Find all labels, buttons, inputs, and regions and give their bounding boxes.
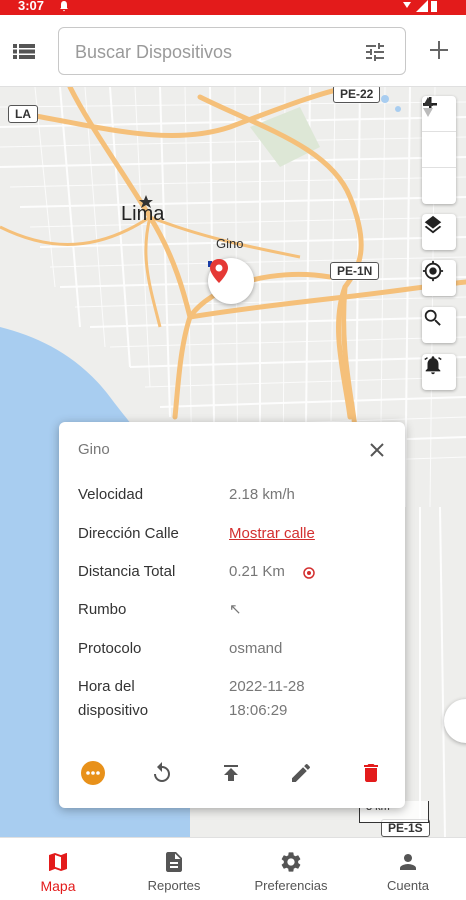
gear-icon [281,852,301,872]
zoom-controls [422,96,456,204]
nav-label-reports: Reportes [147,878,201,893]
search-box [58,27,406,75]
magnifier-icon [424,309,441,326]
zoom-out-button[interactable] [422,103,456,168]
device-marker[interactable] [208,258,254,304]
protocol-value: osmand [229,640,283,657]
alarm-button[interactable] [422,354,456,390]
status-time: 3:07 [18,0,45,13]
distance-label: Distancia Total [78,563,176,580]
device-time-label: Hora del dispositivo [78,678,149,719]
road-label-pe1n: PE-1N [330,262,380,280]
status-bar: 3:07 [0,0,466,15]
nav-item-preferences[interactable]: Preferencias [233,838,349,900]
my-location-button[interactable] [422,260,456,296]
layers-button[interactable] [422,214,456,250]
compass-icon [423,97,433,117]
map-search-button[interactable] [422,307,456,343]
reset-distance-icon[interactable] [302,566,316,580]
city-label: Lima [121,203,165,225]
device-map-label: Gino [216,236,244,251]
layers-control [422,214,456,250]
road-label-la: LA [8,105,38,123]
replay-icon [154,762,170,782]
road-label-pe22: PE-22 [333,87,381,103]
layers-icon [424,215,442,234]
filter-tune-icon[interactable] [363,40,387,64]
pencil-icon [292,763,311,782]
course-value: ↖ [229,601,242,618]
nav-label-preferences: Preferencias [254,878,328,893]
map-icon [49,853,67,871]
top-bar [0,15,466,87]
distance-value: 0.21 Km [229,563,285,580]
notification-bell-icon [60,1,68,12]
person-icon [400,854,416,870]
alarm-bell-icon [424,356,442,375]
compass-button[interactable] [422,97,456,204]
signal-battery-icon [403,0,437,12]
document-icon [166,852,182,872]
add-device-icon[interactable] [426,37,452,63]
send-command-button[interactable] [216,758,246,788]
nav-item-reports[interactable]: Reportes [116,838,232,900]
close-icon[interactable] [367,440,387,460]
course-label: Rumbo [78,601,127,618]
search-input[interactable] [75,40,355,64]
bottom-navigation: Mapa Reportes Preferencias Cuenta [0,837,466,900]
more-button[interactable] [78,758,108,788]
card-title: Gino [78,441,110,458]
device-time-value: 2022-11-28 18:06:29 [229,678,305,719]
speed-label: Velocidad [78,486,144,503]
nav-label-map: Mapa [40,878,76,894]
device-list-icon[interactable] [8,37,40,65]
street-label: Dirección Calle [78,525,179,542]
show-street-link[interactable]: Mostrar calle [229,522,389,546]
card-actions [59,758,405,794]
my-location-icon [422,260,444,282]
upload-icon [224,765,238,781]
device-info-card: Gino Velocidad 2.18 km/h Dirección Calle… [59,422,405,808]
alarm-control [422,354,456,390]
nav-item-account[interactable]: Cuenta [350,838,466,900]
search-map-control [422,307,456,343]
location-pin-icon [210,259,228,283]
protocol-label: Protocolo [78,640,142,657]
replay-button[interactable] [147,758,177,788]
locate-control [422,260,456,296]
nav-label-account: Cuenta [387,878,429,893]
delete-button[interactable] [356,758,386,788]
nav-item-map[interactable]: Mapa [0,838,116,900]
speed-value: 2.18 km/h [229,486,295,503]
more-dots-icon [81,761,105,785]
edit-button[interactable] [286,758,316,788]
trash-icon [364,764,378,782]
